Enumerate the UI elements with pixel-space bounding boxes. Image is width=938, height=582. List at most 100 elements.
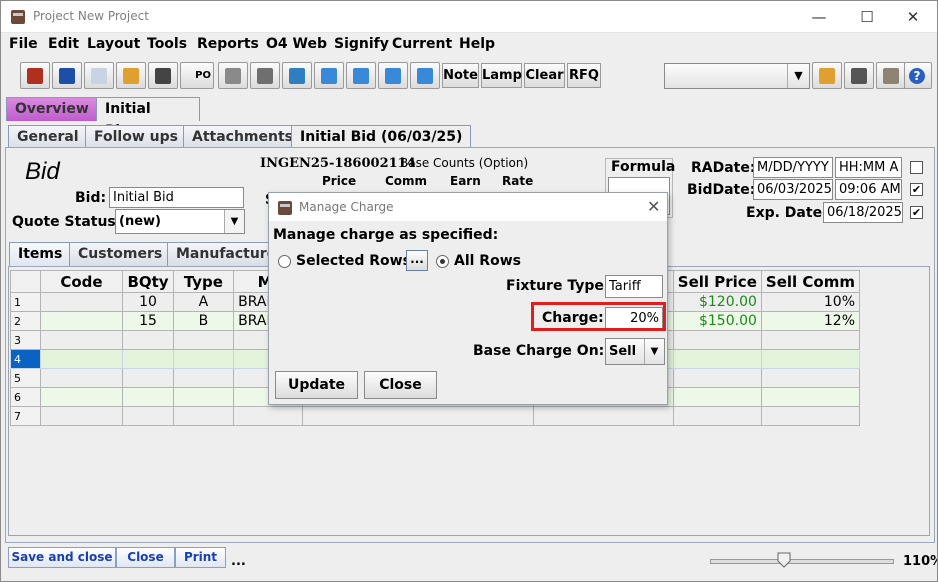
tab-items[interactable]: Items	[9, 242, 72, 266]
cell-bqty[interactable]	[122, 349, 174, 369]
menu-file[interactable]: File	[9, 36, 38, 52]
menu-edit[interactable]: Edit	[48, 36, 79, 52]
menu-help[interactable]: Help	[459, 36, 495, 52]
po-button[interactable]: PO	[180, 62, 214, 89]
base-charge-select[interactable]: Sell ▼	[605, 338, 665, 365]
cell-bqty[interactable]: 15	[122, 311, 174, 331]
all-rows-label[interactable]: All Rows	[454, 253, 521, 269]
cell-bqty[interactable]: 10	[122, 292, 174, 312]
header-code[interactable]: Code	[39, 270, 124, 293]
cabinet-button[interactable]	[876, 62, 906, 89]
tools-button[interactable]	[844, 62, 874, 89]
tab-overview[interactable]: Overview	[6, 97, 98, 121]
selected-rows-label[interactable]: Selected Rows	[296, 253, 411, 269]
quote-status-select[interactable]: (new) ▼	[115, 209, 245, 234]
cell-code[interactable]	[39, 311, 124, 331]
move-left-button[interactable]	[314, 62, 344, 89]
save-button[interactable]	[52, 62, 82, 89]
calculator-button[interactable]	[250, 62, 280, 89]
cell-type[interactable]	[172, 406, 235, 426]
cell-code[interactable]	[39, 349, 124, 369]
clear-button[interactable]: Clear	[524, 63, 565, 88]
cell-sell-price[interactable]	[672, 330, 762, 350]
all-rows-radio[interactable]	[436, 255, 449, 268]
cell-mf[interactable]	[233, 406, 304, 426]
radate-field[interactable]: M/DD/YYYY	[753, 157, 833, 178]
select-rows-button[interactable]: ...	[406, 250, 428, 271]
expdate-checkbox[interactable]: ✔	[910, 206, 923, 219]
header-sell-price[interactable]: Sell Price	[672, 270, 762, 293]
header-bqty[interactable]: BQty	[122, 270, 174, 293]
radate-checkbox[interactable]	[910, 161, 923, 174]
cell-sell-price[interactable]: $120.00	[672, 292, 762, 312]
cell-type[interactable]: B	[172, 311, 235, 331]
cell-type[interactable]	[172, 368, 235, 388]
lookup-button[interactable]	[282, 62, 312, 89]
cell-sell-comm[interactable]	[760, 368, 861, 388]
zoom-slider-thumb[interactable]	[777, 552, 791, 568]
cell-sell-comm[interactable]	[760, 387, 861, 407]
row-number[interactable]: 1	[10, 292, 41, 312]
dialog-close-button[interactable]: Close	[364, 371, 437, 399]
menu-reports[interactable]: Reports	[197, 36, 259, 52]
rfq-button[interactable]: RFQ	[567, 63, 601, 88]
cell-code[interactable]	[39, 387, 124, 407]
home-button[interactable]	[20, 62, 50, 89]
cell-type[interactable]	[172, 330, 235, 350]
tab-initial-bid[interactable]: Initial Bid (06/03/25)	[291, 125, 472, 149]
row-number[interactable]: 2	[10, 311, 41, 331]
expdate-field[interactable]: 06/18/2025	[823, 202, 903, 223]
cell-sell-comm[interactable]: 12%	[760, 311, 861, 331]
table-row[interactable]: 7	[10, 406, 861, 426]
move-up-button[interactable]	[378, 62, 408, 89]
minimize-button[interactable]: —	[796, 4, 842, 30]
cell-sell-price[interactable]	[672, 406, 762, 426]
move-right-button[interactable]	[346, 62, 376, 89]
help-button[interactable]: ?	[904, 62, 932, 89]
menu-tools[interactable]: Tools	[147, 36, 187, 52]
cell-sell-comm[interactable]	[760, 406, 861, 426]
cell-type[interactable]: A	[172, 292, 235, 312]
cell-code[interactable]	[39, 330, 124, 350]
tab-followups[interactable]: Follow ups	[85, 125, 187, 149]
filter-button[interactable]	[218, 62, 248, 89]
maximize-button[interactable]: ☐	[844, 4, 890, 30]
cell-sell-price[interactable]	[672, 387, 762, 407]
clipboard2-button[interactable]	[812, 62, 842, 89]
bid-name-field[interactable]: Initial Bid	[109, 187, 244, 208]
cell-sell-comm[interactable]: 10%	[760, 292, 861, 312]
print-bottom-button[interactable]: Print	[175, 547, 226, 568]
cell-blank[interactable]	[302, 406, 535, 426]
note-button[interactable]: Note	[442, 63, 479, 88]
menu-signify[interactable]: Signify	[334, 36, 389, 52]
row-number[interactable]: 6	[10, 387, 41, 407]
save-and-close-button[interactable]: Save and close	[8, 547, 116, 568]
tab-customers[interactable]: Customers	[69, 242, 172, 266]
header-type[interactable]: Type	[172, 270, 235, 293]
tab-initial-phase[interactable]: Initial Phase	[96, 97, 200, 139]
more-ellipsis[interactable]: ...	[231, 554, 246, 569]
cell-bqty[interactable]	[122, 368, 174, 388]
radate-time-field[interactable]: HH:MM A	[835, 157, 902, 178]
menu-layout[interactable]: Layout	[87, 36, 140, 52]
menu-o4web[interactable]: O4 Web	[266, 36, 327, 52]
cell-sell-price[interactable]	[672, 368, 762, 388]
cell-type[interactable]	[172, 387, 235, 407]
cell-bqty[interactable]	[122, 387, 174, 407]
cell-blank[interactable]	[533, 406, 674, 426]
close-button[interactable]: Close	[116, 547, 175, 568]
biddate-time-field[interactable]: 09:06 AM	[835, 179, 902, 200]
cell-sell-price[interactable]: $150.00	[672, 311, 762, 331]
cell-bqty[interactable]	[122, 330, 174, 350]
cell-code[interactable]	[39, 292, 124, 312]
move-down-button[interactable]	[410, 62, 440, 89]
dialog-close-icon[interactable]: ✕	[647, 197, 660, 216]
close-window-button[interactable]: ✕	[890, 4, 936, 30]
cell-type[interactable]	[172, 349, 235, 369]
lamp-button[interactable]: Lamp	[481, 63, 522, 88]
document-button[interactable]	[84, 62, 114, 89]
cell-code[interactable]	[39, 406, 124, 426]
update-button[interactable]: Update	[275, 371, 358, 399]
clipboard-button[interactable]	[116, 62, 146, 89]
cell-code[interactable]	[39, 368, 124, 388]
